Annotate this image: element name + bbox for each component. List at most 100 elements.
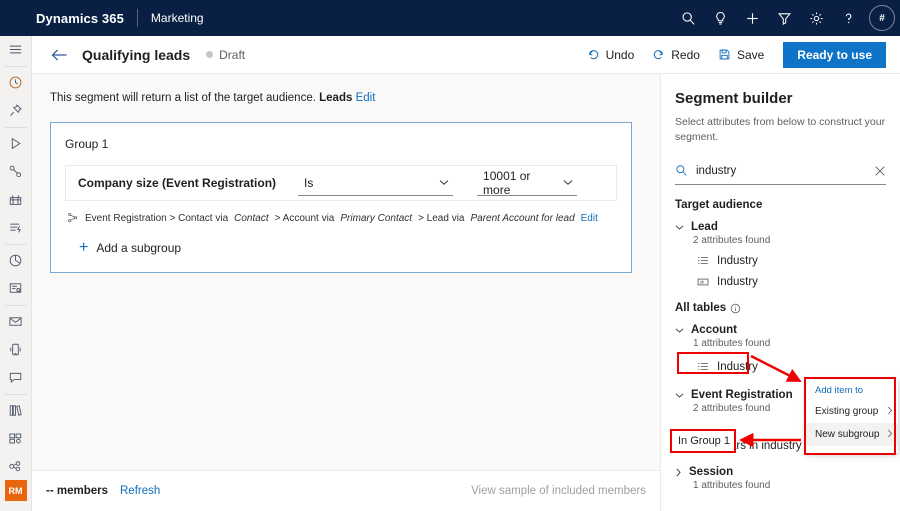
analytics-icon[interactable] <box>0 247 32 275</box>
play-icon[interactable] <box>0 130 32 158</box>
segments-icon[interactable] <box>0 158 32 186</box>
undo-label: Undo <box>606 48 635 62</box>
relationship-icon <box>67 212 79 224</box>
chevron-right-icon <box>887 406 893 417</box>
intro-entity: Leads <box>319 92 352 104</box>
rule-value-dropdown[interactable]: 10001 or more <box>477 170 577 196</box>
form-icon[interactable] <box>0 275 32 303</box>
path-relationship-2: Primary Contact <box>340 213 412 224</box>
rule-operator-value: Is <box>304 176 313 190</box>
plus-icon: + <box>79 240 88 256</box>
group-card: Group 1 Company size (Event Registration… <box>50 122 632 273</box>
search-icon <box>675 164 688 177</box>
tree-group-meta: 2 attributes found <box>693 235 886 246</box>
top-nav-actions: # <box>672 0 900 36</box>
template-icon[interactable] <box>0 424 32 452</box>
search-input[interactable]: industry <box>696 165 866 177</box>
tree-leaf-lead-industry-optionset[interactable]: Industry <box>697 255 886 267</box>
filter-icon[interactable] <box>768 0 800 36</box>
contacts-icon[interactable] <box>0 452 32 480</box>
help-icon[interactable] <box>832 0 864 36</box>
rule-value-text: 10001 or more <box>483 169 557 197</box>
tree-group-label: Event Registration <box>691 389 793 401</box>
segment-intro: This segment will return a list of the t… <box>50 92 660 104</box>
flow-icon[interactable] <box>0 214 32 242</box>
undo-button[interactable]: Undo <box>578 40 644 70</box>
status-dot-icon <box>206 51 213 58</box>
clear-search-icon[interactable] <box>874 165 886 177</box>
view-sample-link[interactable]: View sample of included members <box>471 485 646 497</box>
intro-text: This segment will return a list of the t… <box>50 92 316 104</box>
svg-text:ab: ab <box>700 280 705 285</box>
save-button[interactable]: Save <box>709 40 773 70</box>
ready-to-use-button[interactable]: Ready to use <box>783 42 886 68</box>
redo-button[interactable]: Redo <box>643 40 709 70</box>
rule-row: Company size (Event Registration) Is 100… <box>65 165 617 201</box>
save-label: Save <box>737 48 764 62</box>
redo-icon <box>652 48 665 61</box>
attribute-search-box[interactable]: industry <box>675 157 886 185</box>
email-icon[interactable] <box>0 308 32 336</box>
avatar[interactable]: # <box>864 0 900 36</box>
refresh-link[interactable]: Refresh <box>120 485 160 497</box>
chevron-down-icon <box>439 178 449 188</box>
plus-icon[interactable] <box>736 0 768 36</box>
tree-leaf-label: Industry <box>717 276 758 288</box>
path-segment-2: > Account via <box>275 213 335 224</box>
context-menu-item-existing-group[interactable]: Existing group <box>806 400 898 423</box>
redo-label: Redo <box>671 48 700 62</box>
segment-canvas: This segment will return a list of the t… <box>32 74 660 470</box>
product-brand: Dynamics 365 <box>36 11 124 26</box>
undo-icon <box>587 48 600 61</box>
rule-operator-dropdown[interactable]: Is <box>298 170 453 196</box>
path-relationship-3: Parent Account for lead <box>471 213 575 224</box>
info-icon[interactable] <box>730 303 741 314</box>
path-segment-1: Event Registration > Contact via <box>85 213 228 224</box>
target-audience-heading: Target audience <box>675 199 886 211</box>
left-icon-rail: RM <box>0 36 32 511</box>
tree-group-meta: 1 attributes found <box>693 480 886 491</box>
pin-icon[interactable] <box>0 97 32 125</box>
search-icon[interactable] <box>672 0 704 36</box>
text-field-icon: ab <box>697 276 709 288</box>
all-tables-label: All tables <box>675 302 726 314</box>
path-edit-link[interactable]: Edit <box>581 213 598 224</box>
add-item-context-menu: Add item to Existing group New subgroup <box>806 379 898 453</box>
in-group-label: In Group 1 <box>672 431 734 451</box>
recent-icon[interactable] <box>0 69 32 97</box>
path-segment-3: > Lead via <box>418 213 464 224</box>
brand-divider <box>137 9 138 27</box>
target-audience-label: Target audience <box>675 199 762 211</box>
panel-title: Segment builder <box>675 90 886 107</box>
tree-leaf-account-industry[interactable]: Industry <box>697 361 886 373</box>
rail-divider <box>5 66 27 67</box>
command-bar: Qualifying leads Draft Undo Redo <box>32 36 900 74</box>
chevron-down-icon <box>675 392 684 399</box>
tree-group-lead[interactable]: Lead <box>675 221 886 233</box>
group-title: Group 1 <box>65 137 617 151</box>
rail-user-badge[interactable]: RM <box>5 480 27 501</box>
add-subgroup-button[interactable]: + Add a subgroup <box>79 240 617 256</box>
hamburger-menu-icon[interactable] <box>0 36 32 64</box>
top-navigation-bar: Dynamics 365 Marketing <box>0 0 900 36</box>
tree-group-session[interactable]: Session <box>675 466 886 478</box>
context-menu-item-new-subgroup[interactable]: New subgroup <box>806 423 898 446</box>
save-icon <box>718 48 731 61</box>
chevron-right-icon <box>675 468 682 477</box>
tree-group-account[interactable]: Account <box>675 324 886 336</box>
gear-icon[interactable] <box>800 0 832 36</box>
back-arrow-icon[interactable] <box>44 40 74 70</box>
tree-leaf-lead-industry-text[interactable]: ab Industry <box>697 276 886 288</box>
context-menu-item-label: Existing group <box>815 406 878 417</box>
context-menu-item-label: New subgroup <box>815 429 879 440</box>
path-relationship-1: Contact <box>234 213 268 224</box>
mobile-icon[interactable] <box>0 336 32 364</box>
lightbulb-icon[interactable] <box>704 0 736 36</box>
chat-icon[interactable] <box>0 364 32 392</box>
optionset-icon <box>697 255 709 267</box>
library-icon[interactable] <box>0 397 32 425</box>
intro-edit-link[interactable]: Edit <box>356 92 376 104</box>
chevron-right-icon <box>887 429 893 440</box>
event-icon[interactable] <box>0 186 32 214</box>
members-count: -- members <box>46 485 108 497</box>
